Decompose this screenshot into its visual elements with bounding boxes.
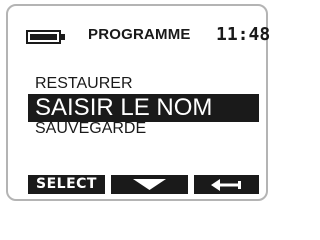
- screen-title: PROGRAMME: [88, 26, 191, 43]
- down-button[interactable]: [111, 175, 188, 194]
- lcd-screen: PROGRAMME 11:48 RESTAURER SAISIR LE NOM …: [6, 4, 271, 201]
- down-arrow-icon: [133, 179, 166, 190]
- clock: 11:48: [216, 24, 271, 45]
- menu-item-saisir-le-nom[interactable]: SAISIR LE NOM: [28, 94, 259, 122]
- back-button[interactable]: [194, 175, 259, 194]
- menu-item-sauvegarde[interactable]: SAUVEGARDE: [35, 120, 146, 138]
- battery-icon: [26, 30, 61, 44]
- battery-terminal: [61, 34, 65, 40]
- menu-item-restaurer[interactable]: RESTAURER: [35, 75, 133, 93]
- battery-level: [30, 34, 57, 40]
- menu-item-label: SAISIR LE NOM: [35, 94, 213, 121]
- back-arrow-icon: [211, 179, 241, 191]
- select-button-label: SELECT: [36, 176, 97, 192]
- select-button[interactable]: SELECT: [28, 175, 105, 194]
